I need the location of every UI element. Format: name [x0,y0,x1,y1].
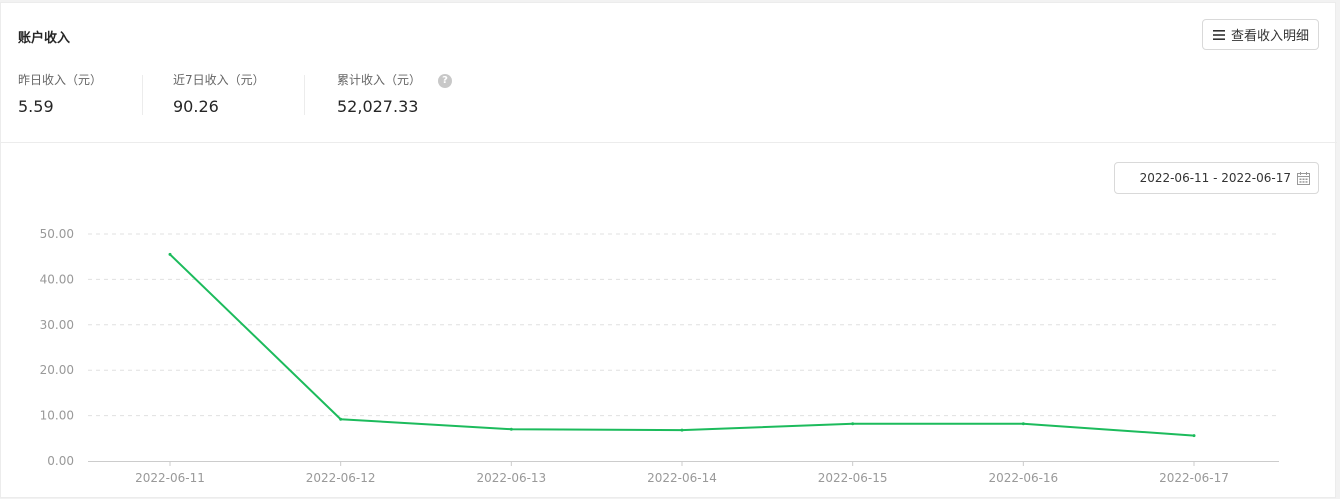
data-point[interactable] [168,252,172,256]
stat-yesterday: 昨日收入（元） 5.59 [18,71,102,119]
y-tick-label: 40.00 [40,272,74,286]
date-range-picker[interactable]: 2022-06-11 - 2022-06-17 [1114,162,1319,194]
stat-last-7-days-label: 近7日收入（元） [173,73,265,87]
x-tick-label: 2022-06-12 [306,471,376,485]
view-income-detail-label: 查看收入明细 [1231,29,1310,44]
stat-total-value: 52,027.33 [337,97,419,116]
y-tick-label: 50.00 [40,227,74,241]
view-income-detail-button[interactable]: 查看收入明细 [1202,19,1319,50]
x-tick-label: 2022-06-16 [988,471,1058,485]
y-tick-label: 20.00 [40,363,74,377]
stat-last-7-days-value: 90.26 [173,97,219,116]
data-point[interactable] [680,428,684,432]
y-tick-label: 10.00 [40,409,74,423]
stat-total-label: 累计收入（元） [337,73,422,87]
y-tick-label: 0.00 [47,454,74,468]
y-tick-label: 30.00 [40,318,74,332]
data-point[interactable] [509,427,513,431]
help-icon[interactable]: ? [438,74,452,88]
date-range-value: 2022-06-11 - 2022-06-17 [1139,171,1291,185]
data-point[interactable] [1021,422,1025,426]
card-title: 账户收入 [18,31,71,46]
x-tick-label: 2022-06-11 [135,471,205,485]
calendar-icon [1297,171,1310,185]
income-series-line [169,253,1195,437]
data-point[interactable] [1192,434,1196,438]
stat-divider [304,75,305,115]
x-tick-label: 2022-06-14 [647,471,717,485]
stat-total: 累计收入（元） 52,027.33 [337,71,421,119]
x-tick-label: 2022-06-15 [818,471,888,485]
stat-divider [142,75,143,115]
stat-yesterday-value: 5.59 [18,97,54,116]
x-tick-label: 2022-06-17 [1159,471,1229,485]
section-divider [1,142,1337,143]
data-point[interactable] [339,417,343,421]
x-tick-label: 2022-06-13 [476,471,546,485]
list-menu-icon [1213,29,1225,40]
stat-yesterday-label: 昨日收入（元） [18,73,103,87]
stat-last-7-days: 近7日收入（元） 90.26 [173,71,265,119]
data-point[interactable] [851,422,855,426]
income-card: 账户收入 查看收入明细 昨日收入（元） 5.59 近7日收入（元） 90.26 … [0,2,1337,498]
